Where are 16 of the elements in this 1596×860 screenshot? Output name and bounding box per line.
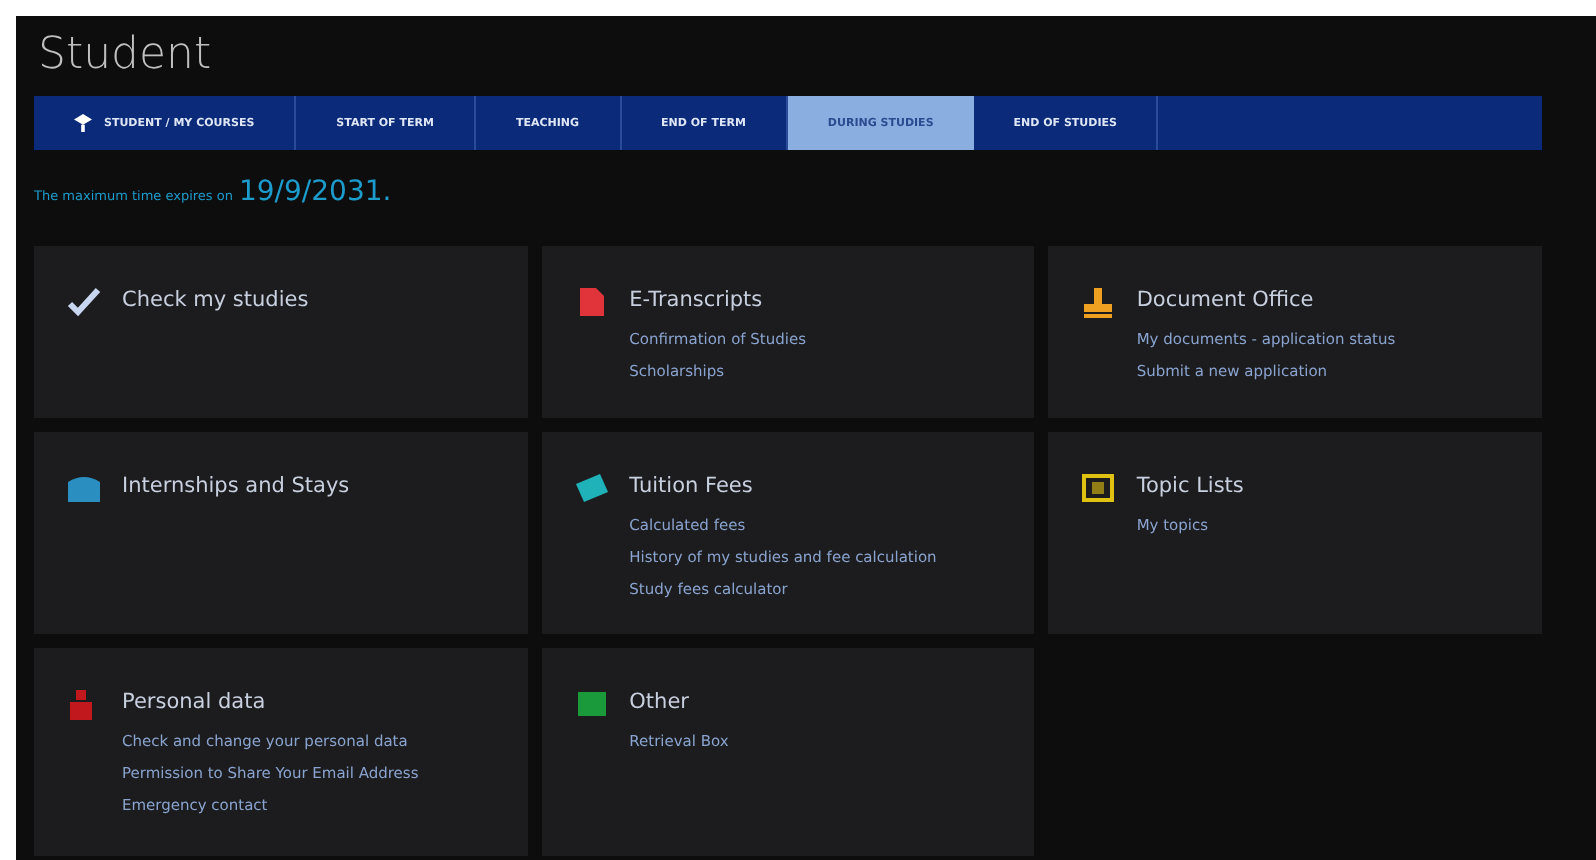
page-title: Student bbox=[36, 28, 214, 84]
tile-title: Personal data bbox=[122, 688, 268, 716]
tile-title: Document Office bbox=[1136, 286, 1316, 314]
stamp-icon bbox=[1080, 286, 1117, 318]
checkmark-icon bbox=[66, 286, 102, 318]
expiry-date: 19/9/2031. bbox=[238, 176, 392, 208]
ticket-icon bbox=[573, 472, 610, 504]
tile-title: Other bbox=[629, 688, 691, 716]
grid-icon bbox=[573, 688, 610, 720]
tile-title: Internships and Stays bbox=[122, 472, 350, 500]
building-icon bbox=[66, 472, 102, 504]
tile-title: Tuition Fees bbox=[629, 472, 755, 500]
list-icon bbox=[1080, 472, 1117, 504]
tile-title: E-Transcripts bbox=[629, 286, 765, 314]
tile-title: Check my studies bbox=[122, 286, 309, 314]
tile-title: Topic Lists bbox=[1136, 472, 1244, 500]
